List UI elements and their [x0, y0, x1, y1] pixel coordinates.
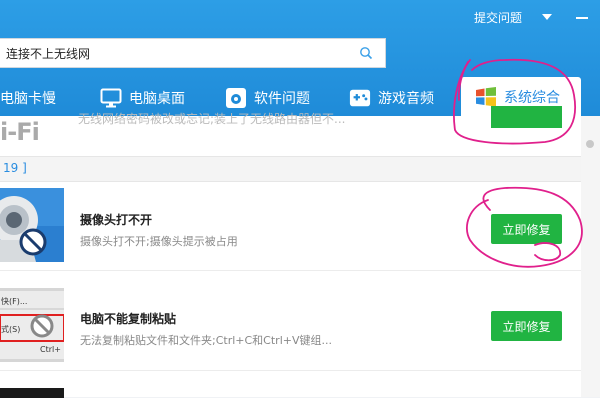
windows-logo-icon: [475, 86, 497, 108]
list-item: 快(F)... 式(S) Ctrl+ 电脑不能复制粘贴 无法复制粘贴文件和文件夹…: [0, 280, 581, 371]
item-title: 摄像头打不开: [80, 213, 153, 227]
search-icon[interactable]: [359, 46, 373, 60]
webcam-blocked-icon: [0, 188, 64, 262]
search-input[interactable]: [0, 39, 346, 67]
scrollbar-thumb[interactable]: [586, 140, 594, 148]
dropdown-triangle-icon[interactable]: [542, 14, 552, 20]
section-header: 19 ]: [0, 156, 581, 182]
tab-label: 电脑桌面: [129, 90, 185, 107]
minimize-icon[interactable]: [576, 17, 588, 19]
tab-label: 电脑卡慢: [0, 90, 56, 107]
thumb-menu-text: Ctrl+: [40, 345, 61, 354]
list-item: i-Fi 无线网络密码被改或忘记;装上了无线路由器但不...: [0, 106, 581, 156]
search-box: [0, 38, 386, 68]
tab-game-audio[interactable]: 游戏音频: [349, 79, 434, 116]
tab-label: 系统综合: [504, 89, 560, 106]
copy-paste-blocked-icon: 快(F)... 式(S) Ctrl+: [0, 288, 64, 362]
gamepad-icon: [349, 87, 371, 109]
tab-label: 软件问题: [254, 90, 310, 107]
wifi-thumbnail-text: i-Fi: [0, 118, 40, 146]
submit-problem-link[interactable]: 提交问题: [474, 9, 522, 26]
problem-list: i-Fi 无线网络密码被改或忘记;装上了无线路由器但不... 19 ] 摄像头打…: [0, 106, 581, 398]
top-actions: 提交问题: [474, 8, 600, 26]
item-title: 电脑不能复制粘贴: [80, 312, 177, 326]
tab-label: 游戏音频: [378, 90, 434, 107]
software-icon: [225, 87, 247, 109]
thumb-menu-text: 快(F)...: [1, 296, 27, 306]
scrollbar[interactable]: [581, 116, 600, 397]
fix-button[interactable]: 立即修复: [491, 214, 562, 244]
list-item: 摄像头打不开 摄像头打不开;摄像头提示被占用 立即修复: [0, 180, 581, 271]
thumb-menu-text: 式(S): [1, 324, 20, 334]
fix-button[interactable]: 立即修复: [491, 311, 562, 341]
item-description: 无线网络密码被改或忘记;装上了无线路由器但不...: [78, 112, 346, 126]
tab-pc-slow[interactable]: 电脑卡慢: [0, 79, 56, 116]
fix-button[interactable]: [491, 106, 562, 128]
section-label: 19 ]: [3, 161, 27, 175]
item-description: 无法复制粘贴文件和文件夹;Ctrl+C和Ctrl+V键组...: [80, 334, 332, 347]
app-header: 提交问题 电脑卡慢 电脑桌面: [0, 0, 600, 116]
item-description: 摄像头打不开;摄像头提示被占用: [80, 235, 238, 248]
monitor-icon: [100, 87, 122, 109]
